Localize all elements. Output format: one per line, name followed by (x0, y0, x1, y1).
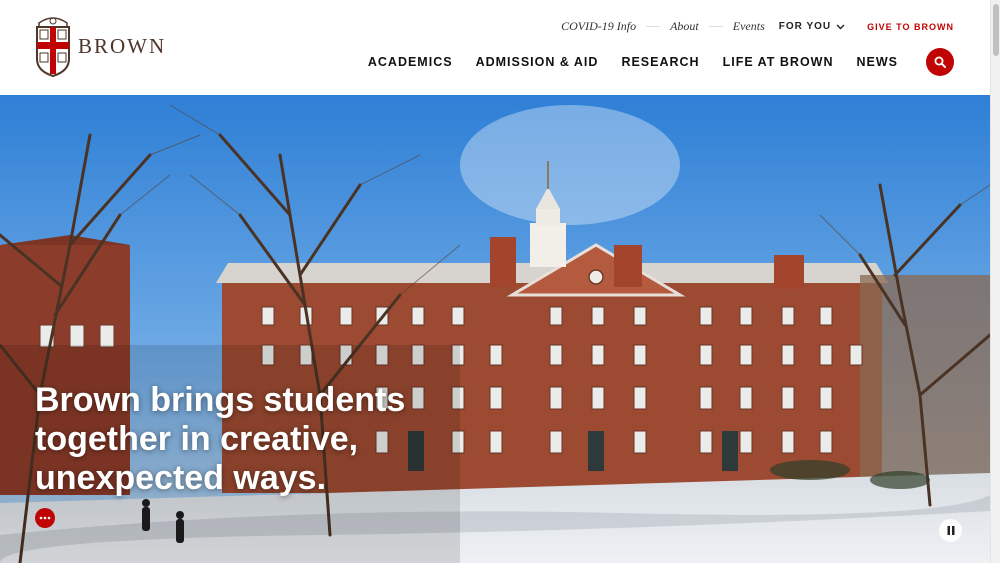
site-header: BROWN COVID-19 Info About Events FOR YOU… (0, 0, 990, 95)
nav-news[interactable]: NEWS (857, 55, 899, 69)
covid-info-link[interactable]: COVID-19 Info (561, 19, 636, 34)
brown-shield-icon (36, 17, 70, 77)
hero-banner: Brown brings students together in creati… (0, 95, 990, 563)
give-to-brown-link[interactable]: GIVE TO BROWN (867, 22, 954, 32)
brown-wordmark: BROWN (78, 33, 167, 58)
hero-headline: Brown brings students together in creati… (35, 381, 406, 497)
utility-nav: COVID-19 Info About Events FOR YOU GIVE … (561, 19, 954, 34)
nav-life-at-brown[interactable]: LIFE AT BROWN (723, 55, 834, 69)
nav-academics[interactable]: ACADEMICS (368, 55, 453, 69)
for-you-dropdown[interactable]: FOR YOU (779, 21, 845, 32)
page-scrollbar[interactable] (990, 0, 1000, 563)
more-dots-icon (39, 516, 51, 520)
events-link[interactable]: Events (733, 19, 765, 34)
utility-divider (708, 26, 723, 27)
chevron-down-icon (836, 24, 845, 29)
nav-admission-aid[interactable]: ADMISSION & AID (476, 55, 599, 69)
pause-icon (947, 526, 954, 535)
scrollbar-thumb[interactable] (993, 4, 999, 56)
for-you-label: FOR YOU (778, 21, 832, 32)
utility-divider (646, 26, 661, 27)
pause-video-button[interactable] (939, 519, 962, 542)
search-button[interactable] (926, 48, 954, 76)
about-link[interactable]: About (670, 19, 699, 34)
main-nav: ACADEMICS ADMISSION & AID RESEARCH LIFE … (345, 55, 898, 69)
nav-research[interactable]: RESEARCH (621, 55, 699, 69)
search-icon (934, 56, 946, 68)
more-button[interactable] (35, 508, 55, 528)
brown-logo[interactable]: BROWN (34, 15, 166, 77)
